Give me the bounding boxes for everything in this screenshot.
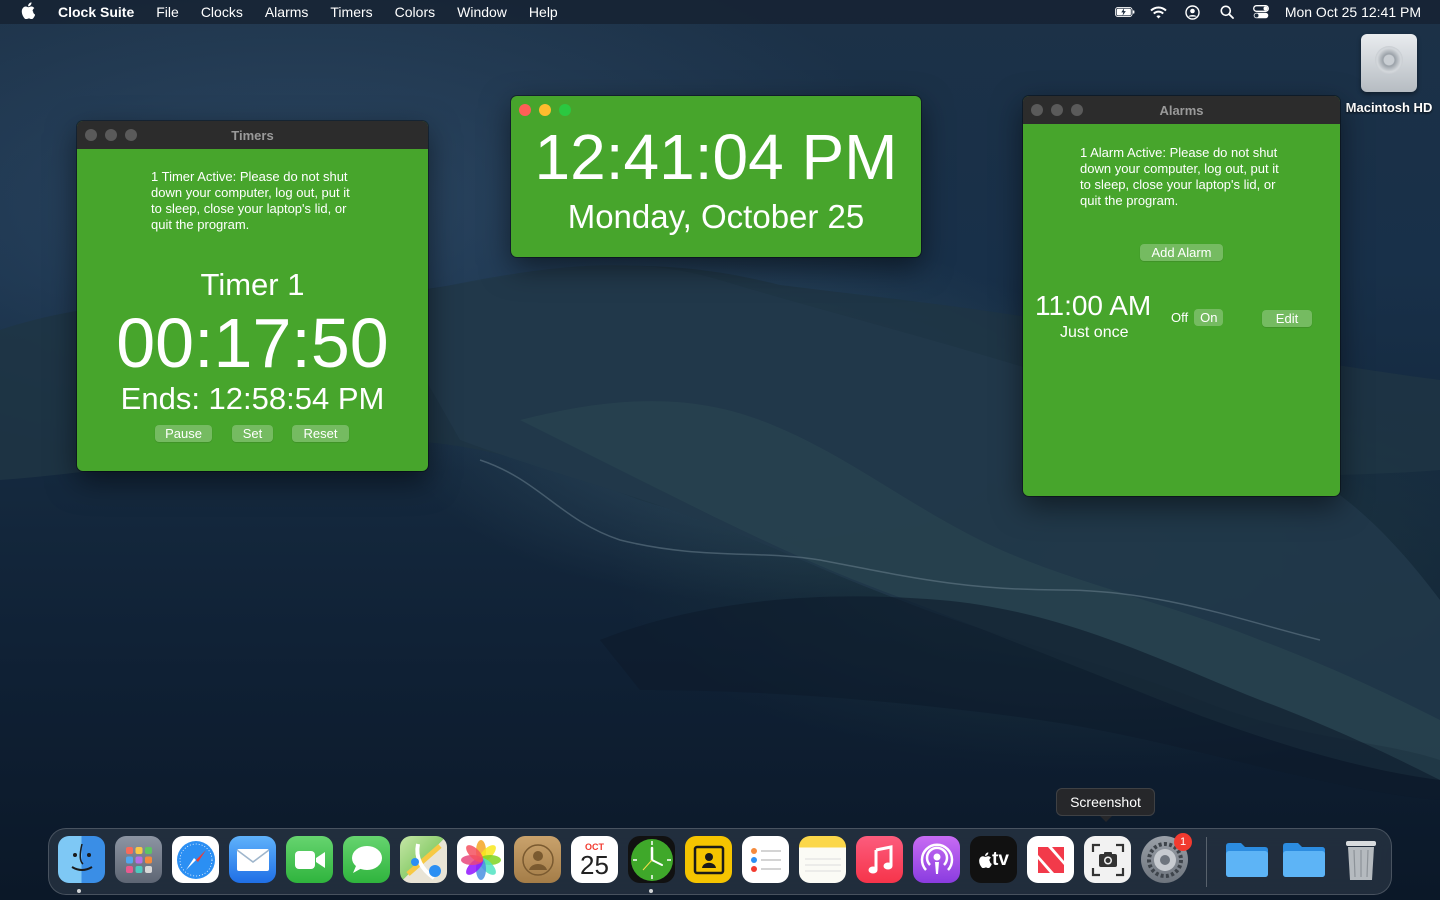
dock: OCT 25 tv 1 bbox=[48, 828, 1392, 895]
spotlight-search-icon[interactable] bbox=[1217, 4, 1237, 20]
minimize-button[interactable] bbox=[105, 129, 117, 141]
folder-icon[interactable] bbox=[1223, 836, 1270, 883]
close-button[interactable] bbox=[85, 129, 97, 141]
zoom-button[interactable] bbox=[1071, 104, 1083, 116]
clock-time: 12:41:04 PM bbox=[534, 121, 898, 193]
menu-bar: Clock Suite File Clocks Alarms Timers Co… bbox=[0, 0, 1440, 24]
launchpad-icon[interactable] bbox=[115, 836, 162, 883]
safari-icon[interactable] bbox=[172, 836, 219, 883]
trash-icon[interactable] bbox=[1337, 836, 1384, 883]
close-button[interactable] bbox=[519, 104, 531, 116]
menubar-clock[interactable]: Mon Oct 25 12:41 PM bbox=[1285, 4, 1421, 20]
news-icon[interactable] bbox=[1027, 836, 1074, 883]
apple-tv-icon[interactable]: tv bbox=[970, 836, 1017, 883]
contacts-icon[interactable] bbox=[514, 836, 561, 883]
hard-drive-icon bbox=[1361, 34, 1417, 92]
calendar-day: 25 bbox=[580, 849, 609, 880]
menu-file[interactable]: File bbox=[145, 4, 190, 20]
control-center-icon[interactable] bbox=[1251, 4, 1271, 20]
apple-menu-icon[interactable] bbox=[0, 1, 56, 23]
finder-icon[interactable] bbox=[58, 836, 105, 883]
wifi-icon[interactable] bbox=[1149, 4, 1169, 20]
window-title: Alarms bbox=[1159, 102, 1204, 118]
alarm-active-notice: 1 Alarm Active: Please do not shut down … bbox=[1080, 145, 1279, 208]
clock-date: Monday, October 25 bbox=[567, 198, 865, 235]
clock-window: 12:41:04 PM Monday, October 25 bbox=[511, 96, 921, 257]
facetime-icon[interactable] bbox=[286, 836, 333, 883]
menu-window[interactable]: Window bbox=[446, 4, 518, 20]
podcasts-icon[interactable] bbox=[913, 836, 960, 883]
close-button[interactable] bbox=[1031, 104, 1043, 116]
dock-separator bbox=[1206, 837, 1207, 887]
folder-icon[interactable] bbox=[1280, 836, 1327, 883]
mail-icon[interactable] bbox=[229, 836, 276, 883]
clock-suite-icon[interactable] bbox=[628, 836, 675, 883]
battery-charging-icon[interactable] bbox=[1114, 4, 1135, 20]
running-indicator bbox=[77, 889, 81, 893]
contacts-card-icon[interactable] bbox=[685, 836, 732, 883]
menu-colors[interactable]: Colors bbox=[384, 4, 446, 20]
system-preferences-icon[interactable]: 1 bbox=[1141, 833, 1192, 883]
calendar-icon[interactable]: OCT 25 bbox=[571, 836, 618, 883]
timer-name: Timer 1 bbox=[200, 267, 305, 302]
user-account-icon[interactable] bbox=[1183, 4, 1203, 20]
minimize-button[interactable] bbox=[539, 104, 551, 116]
tv-label: tv bbox=[992, 848, 1009, 870]
edit-alarm-button[interactable]: Edit bbox=[1262, 310, 1312, 327]
menu-help[interactable]: Help bbox=[518, 4, 569, 20]
timer-end-time: Ends: 12:58:54 PM bbox=[120, 381, 385, 416]
alarm-on-off-toggle[interactable]: Off On bbox=[1165, 309, 1224, 326]
timers-titlebar[interactable]: Timers bbox=[77, 121, 428, 149]
menu-app-name[interactable]: Clock Suite bbox=[56, 4, 145, 20]
timer-active-notice: 1 Timer Active: Please do not shut down … bbox=[151, 169, 350, 232]
dock-tooltip: Screenshot bbox=[1056, 788, 1155, 822]
notification-badge: 1 bbox=[1174, 833, 1192, 851]
running-indicator bbox=[649, 889, 653, 893]
minimize-button[interactable] bbox=[1051, 104, 1063, 116]
messages-icon[interactable] bbox=[343, 836, 390, 883]
zoom-button[interactable] bbox=[125, 129, 137, 141]
toggle-on-option[interactable]: On bbox=[1194, 309, 1224, 326]
photos-icon[interactable] bbox=[457, 836, 504, 883]
alarm-time: 11:00 AM bbox=[1035, 290, 1152, 321]
pause-button[interactable]: Pause bbox=[155, 425, 212, 442]
macintosh-hd-drive[interactable]: Macintosh HD bbox=[1338, 34, 1440, 115]
reset-button[interactable]: Reset bbox=[292, 425, 349, 442]
alarm-repeat: Just once bbox=[1060, 324, 1129, 341]
menu-timers[interactable]: Timers bbox=[319, 4, 383, 20]
timer-countdown: 00:17:50 bbox=[116, 304, 389, 382]
add-alarm-button[interactable]: Add Alarm bbox=[1140, 244, 1223, 261]
alarms-window: Alarms 1 Alarm Active: Please do not shu… bbox=[1023, 96, 1340, 496]
reminders-icon[interactable] bbox=[742, 836, 789, 883]
timers-window: Timers 1 Timer Active: Please do not shu… bbox=[77, 121, 428, 471]
notes-icon[interactable] bbox=[799, 836, 846, 883]
maps-icon[interactable] bbox=[400, 836, 447, 883]
window-title: Timers bbox=[231, 127, 274, 143]
set-button[interactable]: Set bbox=[232, 425, 273, 442]
drive-label: Macintosh HD bbox=[1345, 100, 1433, 115]
alarms-titlebar[interactable]: Alarms bbox=[1023, 96, 1340, 124]
toggle-off-option[interactable]: Off bbox=[1165, 309, 1194, 326]
zoom-button[interactable] bbox=[559, 104, 571, 116]
menu-alarms[interactable]: Alarms bbox=[254, 4, 320, 20]
screenshot-icon[interactable] bbox=[1084, 836, 1131, 883]
music-icon[interactable] bbox=[856, 836, 903, 883]
menu-clocks[interactable]: Clocks bbox=[190, 4, 254, 20]
